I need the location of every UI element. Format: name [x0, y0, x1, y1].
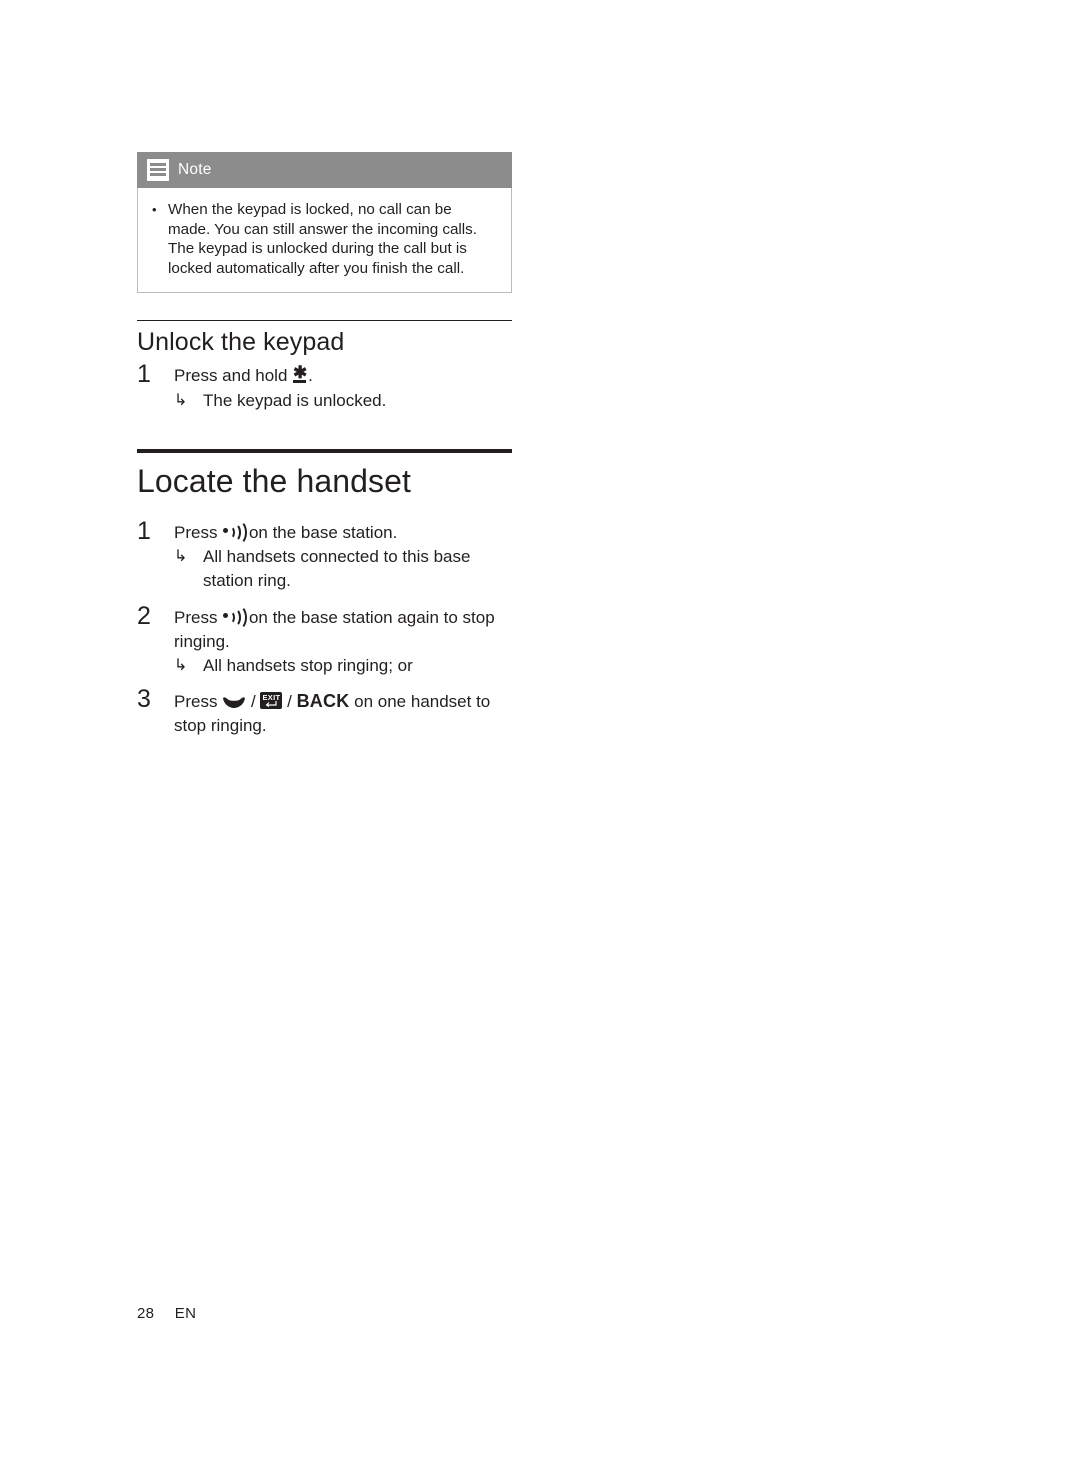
step-text-before: Press: [174, 523, 218, 542]
step-locate-1: 1 Press on the base station. ↳ All hands…: [137, 518, 517, 593]
footer-language: EN: [174, 1305, 197, 1322]
section-divider-thick: [137, 449, 512, 453]
paging-icon: [222, 605, 248, 630]
step-text-before: Press and hold: [174, 366, 288, 385]
step-instruction: Press and hold .: [174, 364, 517, 388]
back-key-label: BACK: [296, 691, 350, 711]
result-arrow-icon: ↳: [174, 657, 188, 674]
step-text-after: .: [308, 366, 313, 385]
note-list-item: • When the keypad is locked, no call can…: [152, 200, 497, 278]
paging-icon: [222, 520, 248, 545]
step-result: ↳ The keypad is unlocked.: [174, 389, 517, 413]
result-text: The keypad is unlocked.: [203, 391, 387, 410]
step-number: 1: [137, 517, 151, 545]
step-text-before: Press: [174, 608, 218, 627]
step-instruction: Press on the base station again to stop …: [174, 605, 517, 654]
section-divider-thin: [137, 320, 512, 321]
separator-slash: /: [250, 692, 256, 711]
result-arrow-icon: ↳: [174, 392, 188, 409]
step-text-before: Press: [174, 692, 218, 711]
step-instruction: Press / EXIT / BACK on one handset to st…: [174, 689, 517, 738]
document-page: Note • When the keypad is locked, no cal…: [0, 0, 1080, 1460]
note-box: Note • When the keypad is locked, no cal…: [137, 152, 512, 293]
result-text: All handsets connected to this base stat…: [203, 547, 471, 590]
note-lines-icon: [147, 159, 169, 181]
footer-page-number: 28: [137, 1305, 155, 1322]
page-footer: 28 EN: [137, 1305, 196, 1322]
result-arrow-icon: ↳: [174, 548, 188, 565]
result-text: All handsets stop ringing; or: [203, 656, 413, 675]
step-number: 1: [137, 360, 151, 388]
note-header: Note: [137, 152, 512, 188]
step-result: ↳ All handsets stop ringing; or: [174, 654, 517, 678]
note-body: • When the keypad is locked, no call can…: [137, 188, 512, 293]
note-text: When the keypad is locked, no call can b…: [168, 201, 477, 277]
step-instruction: Press on the base station.: [174, 520, 517, 545]
separator-slash: /: [287, 692, 292, 711]
step-body: Press / EXIT / BACK on one handset to st…: [174, 686, 517, 738]
step-body: Press on the base station. ↳ All handset…: [174, 518, 517, 593]
step-unlock-1: 1 Press and hold . ↳ The keypad is unloc…: [137, 361, 517, 413]
talk-handset-icon: [222, 693, 246, 709]
note-label: Note: [178, 161, 212, 178]
page-subtitle-unlock-keypad: Unlock the keypad: [137, 328, 345, 356]
step-number: 2: [137, 602, 151, 630]
exit-key-icon: EXIT: [260, 692, 283, 709]
step-body: Press and hold . ↳ The keypad is unlocke…: [174, 361, 517, 413]
step-number: 3: [137, 685, 151, 713]
step-result: ↳ All handsets connected to this base st…: [174, 545, 517, 593]
step-locate-3: 3 Press / EXIT / BACK on one handset to …: [137, 686, 517, 738]
star-key-icon: [292, 365, 308, 383]
step-locate-2: 2 Press on the base station again to sto…: [137, 603, 517, 678]
page-title-locate-handset: Locate the handset: [137, 463, 412, 499]
step-body: Press on the base station again to stop …: [174, 603, 517, 678]
step-text-after: on the base station.: [248, 523, 398, 542]
note-bullet: •: [152, 202, 157, 217]
